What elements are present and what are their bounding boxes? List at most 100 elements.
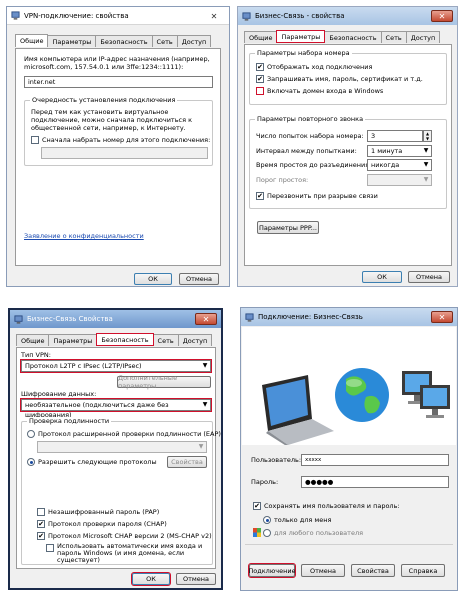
window-title: Бизнес-Связь Свойства (27, 315, 113, 323)
tab-network[interactable]: Сеть (380, 31, 407, 43)
show-progress-label: Отображать ход подключения (267, 63, 373, 71)
ok-button[interactable]: ОК (134, 273, 172, 285)
encryption-select[interactable]: необязательное (подключиться даже без ши… (20, 398, 212, 419)
allow-protocols-radio[interactable] (27, 458, 35, 466)
show-progress-checkbox[interactable]: ✔ (256, 63, 264, 71)
connect-button[interactable]: Подключение (248, 563, 296, 578)
tab-sharing[interactable]: Доступ (405, 31, 441, 43)
password-label: Пароль: (251, 478, 279, 486)
tab-security[interactable]: Безопасность (324, 31, 382, 43)
ppp-settings-button[interactable]: Параметры PPP... (257, 221, 319, 234)
save-credentials-label: Сохранять имя пользователя и пароль: (264, 502, 400, 510)
threshold-select[interactable]: ▼ (367, 174, 432, 186)
redial-options-group: Параметры повторного звонка Число попыто… (249, 115, 447, 209)
tab-general[interactable]: Общие (16, 334, 50, 346)
tab-options[interactable]: Параметры (48, 334, 98, 346)
threshold-label: Порог простоя: (256, 176, 309, 184)
cancel-button[interactable]: Отмена (179, 273, 219, 285)
redial-attempts-input[interactable]: 3 (367, 130, 423, 142)
advanced-settings-button[interactable]: Дополнительные параметры (117, 374, 211, 390)
eap-select[interactable]: ▼ (37, 441, 207, 453)
tab-network[interactable]: Сеть (151, 35, 178, 47)
network-icon (242, 11, 251, 21)
tab-general[interactable]: Общие (15, 34, 49, 47)
properties-button[interactable]: Свойства (351, 564, 395, 577)
any-user-radio[interactable] (263, 529, 271, 537)
dial-first-checkbox[interactable] (31, 136, 39, 144)
connection-order-group: Очередность установления подключения Пер… (24, 96, 213, 166)
tab-network[interactable]: Сеть (152, 334, 179, 346)
only-me-radio[interactable] (263, 516, 271, 524)
close-icon[interactable]: ✕ (203, 10, 225, 22)
tab-strip: Общие Параметры Безопасность Сеть Доступ (16, 333, 213, 347)
tab-general[interactable]: Общие (244, 31, 278, 43)
pap-checkbox[interactable] (37, 508, 45, 516)
close-icon[interactable]: ✕ (431, 311, 453, 323)
cancel-button[interactable]: Отмена (301, 564, 345, 577)
idle-label: Время простоя до разъединения: (256, 161, 372, 169)
title-bar: Бизнес-Связь Свойства ✕ (10, 310, 221, 328)
redial-attempts-label: Число попыток набора номера: (256, 132, 364, 140)
tab-options[interactable]: Параметры (276, 30, 326, 43)
tab-panel: Имя компьютера или IP-адрес назначения (… (15, 48, 221, 266)
security-dialog: Бизнес-Связь Свойства ✕ Общие Параметры … (8, 308, 223, 590)
group-title: Параметры набора номера (255, 49, 352, 57)
encryption-label: Шифрование данных: (21, 390, 97, 398)
only-me-label: только для меня (274, 516, 332, 524)
auto-login-checkbox[interactable] (46, 544, 54, 552)
redial-attempts-spinner[interactable]: ▲ ▼ (423, 130, 432, 142)
idle-select[interactable]: никогда ▼ (367, 159, 432, 171)
interval-value: 1 минута (371, 147, 403, 155)
redial-on-drop-label: Перезвонить при разрыве связи (267, 192, 378, 200)
tab-security[interactable]: Безопасность (95, 35, 153, 47)
title-bar: Бизнес-Связь - свойства ✕ (238, 7, 457, 25)
tab-options[interactable]: Параметры (47, 35, 97, 47)
window-title: VPN-подключение: свойства (24, 11, 129, 20)
authentication-group: Проверка подлинности Протокол расширенно… (21, 417, 221, 565)
close-icon[interactable]: ✕ (431, 10, 453, 22)
interval-select[interactable]: 1 минута ▼ (367, 145, 432, 157)
host-input[interactable]: inter.net (24, 76, 213, 88)
include-domain-label: Включать домен входа в Windows (267, 87, 384, 95)
ok-button[interactable]: ОК (131, 572, 171, 586)
pap-label: Незашифрованный пароль (PAP) (48, 508, 160, 516)
cancel-button[interactable]: Отмена (408, 271, 450, 283)
title-bar: VPN-подключение: свойства ✕ (7, 7, 229, 25)
eap-radio[interactable] (27, 430, 35, 438)
eap-properties-button[interactable]: Свойства (167, 456, 207, 468)
divider (245, 544, 453, 545)
ok-button[interactable]: ОК (362, 271, 402, 283)
privacy-link[interactable]: Заявление о конфиденциальности (24, 232, 144, 240)
save-credentials-checkbox[interactable]: ✔ (253, 502, 261, 510)
include-domain-checkbox[interactable] (256, 87, 264, 95)
tab-sharing[interactable]: Доступ (176, 35, 212, 47)
group-title: Очередность установления подключения (30, 96, 178, 104)
dial-first-select[interactable] (41, 147, 208, 159)
allow-protocols-label: Разрешить следующие протоколы (38, 458, 157, 466)
tab-security[interactable]: Безопасность (96, 333, 154, 346)
prompt-credentials-checkbox[interactable]: ✔ (256, 75, 264, 83)
password-input[interactable]: ●●●●● (301, 476, 449, 488)
host-label: Имя компьютера или IP-адрес назначения (… (24, 55, 210, 71)
user-input[interactable]: xxxxx (301, 454, 449, 466)
window-title: Бизнес-Связь - свойства (255, 12, 345, 20)
network-icon (245, 312, 254, 322)
group-title: Проверка подлинности (27, 417, 112, 425)
chevron-down-icon: ▼ (423, 176, 429, 183)
chap-checkbox[interactable]: ✔ (37, 520, 45, 528)
connection-illustration (242, 327, 456, 445)
vpn-type-select[interactable]: Протокол L2TP с IPsec (L2TP/IPsec) ▼ (20, 359, 212, 373)
tab-panel: Тип VPN: Протокол L2TP с IPsec (L2TP/IPs… (16, 347, 221, 569)
dial-first-label: Сначала набрать номер для этого подключе… (42, 136, 211, 144)
vpn-type-value: Протокол L2TP с IPsec (L2TP/IPsec) (25, 362, 142, 370)
mschap-checkbox[interactable]: ✔ (37, 532, 45, 540)
help-button[interactable]: Справка (401, 564, 445, 577)
title-bar: Подключение: Бизнес-Связь ✕ (241, 308, 457, 326)
vpn-type-label: Тип VPN: (21, 351, 51, 359)
tab-sharing[interactable]: Доступ (177, 334, 213, 346)
redial-on-drop-checkbox[interactable]: ✔ (256, 192, 264, 200)
any-user-label: для любого пользователя (274, 529, 364, 537)
close-icon[interactable]: ✕ (195, 313, 217, 325)
cancel-button[interactable]: Отмена (176, 573, 216, 585)
prompt-credentials-label: Запрашивать имя, пароль, сертификат и т.… (267, 75, 423, 83)
